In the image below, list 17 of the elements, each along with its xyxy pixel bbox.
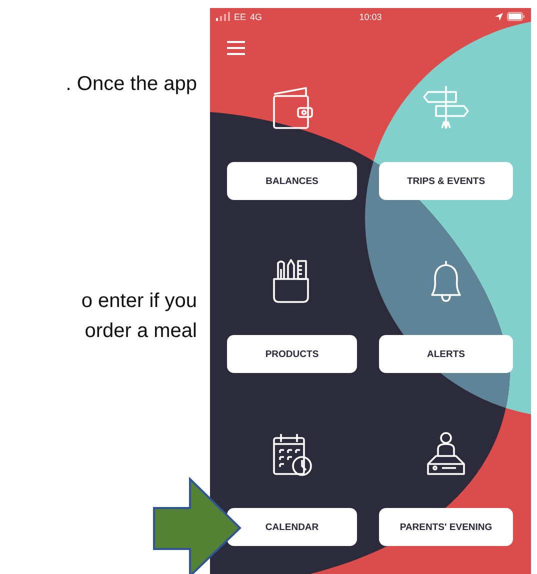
menu-tile-button[interactable]: ALERTS xyxy=(379,335,513,373)
document-text: order a meal xyxy=(84,320,197,343)
signpost-icon xyxy=(422,84,470,132)
document-text: . Once the app xyxy=(66,73,197,96)
menu-icon[interactable] xyxy=(227,41,245,55)
network-type: 4G xyxy=(250,12,262,22)
status-time: 10:03 xyxy=(359,12,382,22)
menu-tile-button[interactable]: PRODUCTS xyxy=(227,335,357,373)
menu-tile-button[interactable]: BALANCES xyxy=(227,162,357,200)
signal-icon xyxy=(216,12,230,21)
location-arrow-icon xyxy=(495,12,503,20)
menu-tile-button[interactable]: TRIPS & EVENTS xyxy=(379,162,513,200)
menu-tile-button[interactable]: CALENDAR xyxy=(227,508,357,546)
battery-icon xyxy=(507,12,525,21)
carrier-name: EE xyxy=(234,12,246,22)
document-text: o enter if you xyxy=(81,290,197,313)
menu-tile-button[interactable]: PARENTS' EVENING xyxy=(379,508,513,546)
